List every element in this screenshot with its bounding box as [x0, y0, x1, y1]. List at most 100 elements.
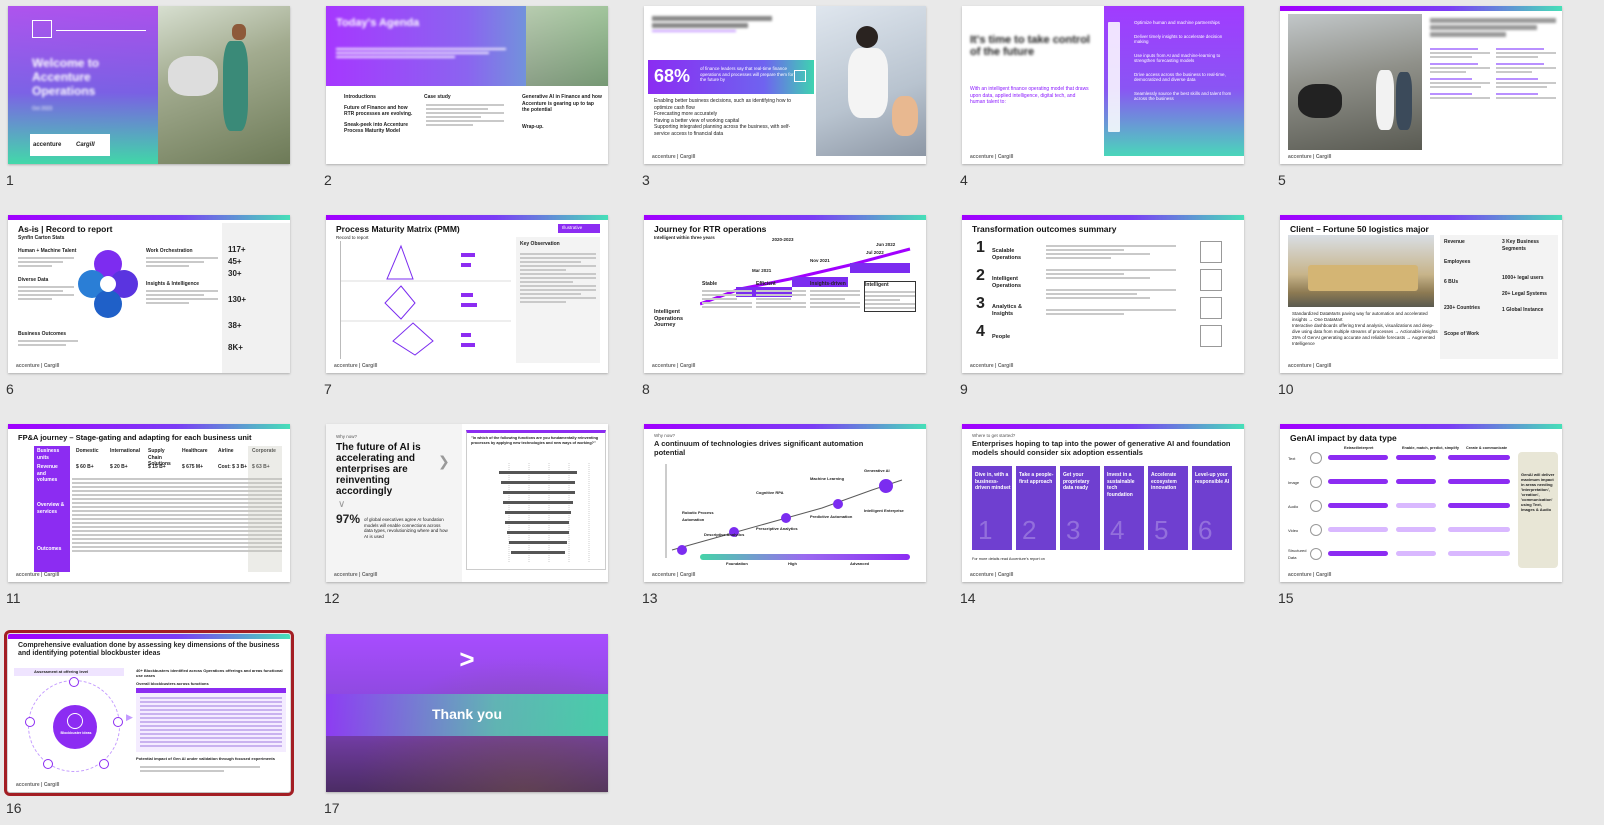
slide-number: 3	[642, 172, 650, 188]
slide-top-bar	[644, 424, 926, 429]
tiles-row: Dive in, with a business-driven mindset 1…	[972, 466, 1234, 550]
slide-12-title: The future of AI is accelerating and ent…	[336, 442, 421, 497]
footer-logos: accenture | Cargill	[970, 363, 1014, 369]
footer-logos: accenture | Cargill	[652, 572, 696, 578]
slide-14-canvas: Where to get started? Enterprises hoping…	[962, 424, 1244, 582]
slide-thumbnail-5[interactable]: accenture | Cargill 5	[1278, 6, 1562, 188]
arrow-icon	[794, 70, 806, 82]
point-4: Drive access across the business to real…	[1134, 71, 1226, 83]
outcome-2: Intelligent Operations	[992, 276, 1022, 289]
illustrative-badge: Illustrative	[558, 224, 600, 233]
slide-1-canvas: Welcome to Accenture Operations Oct 2023…	[8, 6, 290, 164]
slide-17-canvas: > Thank you	[326, 634, 608, 792]
data-icon	[1310, 548, 1322, 560]
slide-1-title: Welcome to Accenture Operations	[32, 56, 100, 98]
point-1: Optimize human and machine partnerships	[1134, 20, 1220, 25]
slide-top-bar	[8, 215, 290, 220]
farmer-2-shape	[1396, 72, 1412, 130]
presentation-icon	[32, 20, 52, 38]
slide-13-canvas: Why now? A continuum of technologies dri…	[644, 424, 926, 582]
thankyou-text: Thank you	[431, 706, 502, 722]
label-diverse-data: Diverse Data	[18, 277, 49, 283]
slide-thumbnail-3[interactable]: 68% of finance leaders say that real-tim…	[642, 6, 926, 188]
slide-3-canvas: 68% of finance leaders say that real-tim…	[644, 6, 926, 164]
slide-sorter-grid: Welcome to Accenture Operations Oct 2023…	[0, 0, 1604, 825]
bullet-1: Enabling better business decisions, such…	[654, 98, 792, 111]
tile-2: Take a people-first approach 2	[1016, 466, 1056, 550]
node-ml: Machine Learning	[810, 476, 845, 481]
link-icon	[1200, 269, 1222, 291]
footer-logos: accenture | Cargill	[1288, 154, 1332, 160]
slide-10-photo	[1288, 235, 1434, 307]
stat-value: 97%	[336, 512, 361, 526]
outcome-1: Scalable Operations	[992, 248, 1022, 261]
slide-thumbnail-13[interactable]: Why now? A continuum of technologies dri…	[642, 424, 926, 606]
year-nov-2021: Nov 2021	[810, 258, 830, 263]
slide-top-bar	[1280, 215, 1562, 220]
year-jul-2022: Jul 2022	[866, 250, 884, 255]
impact-rows: Text Image Audio Video Structured Data	[1288, 452, 1514, 568]
slide-6-canvas: As-is | Record to report Synfin Carton S…	[8, 215, 290, 373]
footer-logos: accenture | Cargill	[970, 154, 1014, 160]
slide-top-bar	[8, 634, 290, 639]
agenda-item-3: Sneak-peek into Accenture Process Maturi…	[344, 121, 409, 135]
farmer-head-shape	[232, 24, 246, 40]
slide-thumbnail-12[interactable]: Why now? The future of AI is acceleratin…	[324, 424, 608, 606]
slide-thumbnail-2[interactable]: Today's Agenda Introductions Future of F…	[324, 6, 608, 188]
stage-columns: Stable Efficient Insights-driven Intelli…	[702, 281, 916, 355]
person-head-shape	[856, 26, 878, 48]
slide-9-title: Transformation outcomes summary	[972, 224, 1117, 234]
link-icon	[1200, 297, 1222, 319]
slide-thumbnail-11[interactable]: FP&A journey – Stage-gating and adapting…	[6, 424, 290, 606]
slide-thumbnail-16[interactable]: Comprehensive evaluation done by assessi…	[4, 630, 294, 816]
icon-column	[1108, 22, 1120, 132]
blockbuster-center: Blockbuster ideas	[53, 705, 97, 749]
title-rule	[56, 30, 146, 31]
slide-8-side: Intelligent Operations Journey	[654, 309, 684, 328]
stat-6: 8K+	[228, 343, 243, 352]
clover-diagram	[78, 250, 138, 325]
chevron-right-icon: ❯	[438, 453, 450, 469]
stats-panel: 117+ 45+ 30+ 130+ 38+ 8K+	[222, 223, 290, 373]
point-3: Use inputs from AI and machine-learning …	[1134, 52, 1221, 64]
agenda-item-6: Wrap-up.	[522, 124, 544, 130]
stat-2: 45+	[228, 257, 242, 266]
slide-number: 13	[642, 590, 658, 606]
slide-number: 6	[6, 381, 14, 397]
year-mar-2021: Mar 2021	[752, 268, 772, 273]
slide-thumbnail-1[interactable]: Welcome to Accenture Operations Oct 2023…	[6, 6, 290, 188]
node-genai: Generative AI	[864, 468, 890, 473]
node-intelligent-ent: Intelligent Enterprise	[864, 508, 904, 513]
slide-5-canvas: accenture | Cargill	[1280, 6, 1562, 164]
node-prescriptive: Prescriptive Analytics	[756, 526, 798, 531]
node-rpa: Robotic Process Automation	[682, 510, 714, 522]
slide-thumbnail-7[interactable]: Process Maturity Matrix (PMM) Illustrati…	[324, 215, 608, 397]
slide-14-note: For more details read Accenture's report…	[972, 557, 1045, 561]
slide-top-bar	[962, 215, 1244, 220]
pmm-chart	[340, 241, 511, 359]
slide-number: 7	[324, 381, 332, 397]
tile-4: Invest in a sustainable tech foundation 4	[1104, 466, 1144, 550]
audio-icon	[1310, 500, 1322, 512]
slide-7-canvas: Process Maturity Matrix (PMM) Illustrati…	[326, 215, 608, 373]
slide-11-canvas: FP&A journey – Stage-gating and adapting…	[8, 424, 290, 582]
slide-top-bar	[326, 215, 608, 220]
slide-thumbnail-15[interactable]: GenAI impact by data type Extract/interp…	[1278, 424, 1562, 606]
blockbuster-table	[136, 688, 286, 752]
slide-thumbnail-8[interactable]: Journey for RTR operations Intelligent w…	[642, 215, 926, 397]
slide-11-title: FP&A journey – Stage-gating and adapting…	[18, 433, 252, 442]
continuum-bar	[700, 554, 910, 560]
slide-thumbnail-9[interactable]: Transformation outcomes summary 1 Scalab…	[960, 215, 1244, 397]
gear-icon	[67, 713, 83, 729]
agenda-item-1: Introductions	[344, 94, 376, 100]
slide-thumbnail-6[interactable]: As-is | Record to report Synfin Carton S…	[6, 215, 290, 397]
agenda-item-4: Case study	[424, 94, 451, 100]
farmer-shape	[223, 41, 248, 131]
slide-6-subtitle: Synfin Carton Stats	[18, 235, 65, 241]
slide-thumbnail-4[interactable]: It's time to take control of the future …	[960, 6, 1244, 188]
slide-5-photo	[1288, 14, 1422, 150]
slide-thumbnail-10[interactable]: Client – Fortune 50 logistics major Stan…	[1278, 215, 1562, 397]
slide-thumbnail-14[interactable]: Where to get started? Enterprises hoping…	[960, 424, 1244, 606]
slide-6-title: As-is | Record to report	[18, 224, 113, 234]
slide-thumbnail-17[interactable]: > Thank you 17	[324, 634, 608, 816]
